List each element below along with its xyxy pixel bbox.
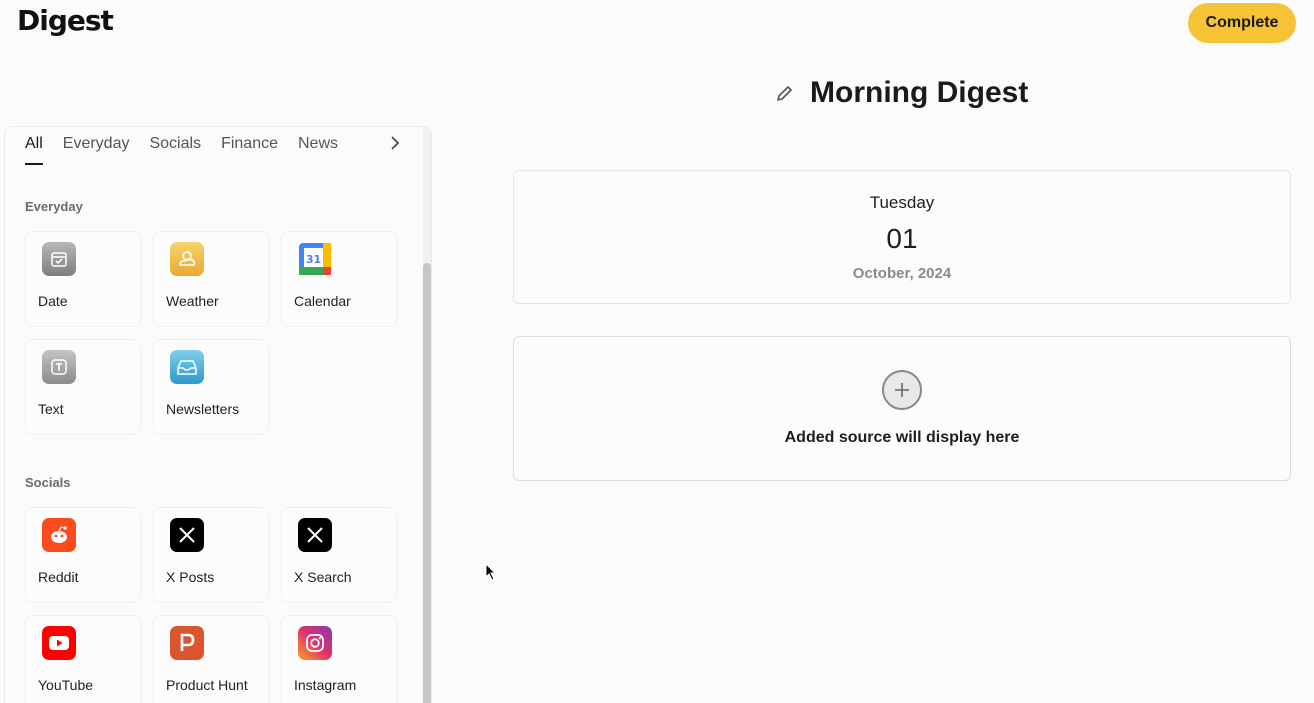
category-tabs: All Everyday Socials Finance News bbox=[25, 135, 338, 165]
sun-cloud-icon bbox=[170, 242, 204, 276]
date-month-year: October, 2024 bbox=[852, 265, 952, 282]
tab-socials[interactable]: Socials bbox=[149, 135, 201, 165]
source-card-date[interactable]: Date bbox=[25, 231, 141, 327]
source-card-label: YouTube bbox=[38, 677, 94, 693]
source-card-label: X Posts bbox=[166, 569, 215, 585]
google-calendar-icon: 31 bbox=[298, 242, 332, 276]
tab-news[interactable]: News bbox=[298, 135, 338, 165]
source-placeholder-text: Added source will display here bbox=[784, 429, 1020, 446]
inbox-icon bbox=[170, 350, 204, 384]
tab-finance[interactable]: Finance bbox=[221, 135, 278, 165]
source-card-product-hunt[interactable]: Product Hunt bbox=[153, 615, 269, 703]
source-card-label: Newsletters bbox=[166, 401, 240, 417]
tab-all[interactable]: All bbox=[25, 135, 43, 165]
date-day: Tuesday bbox=[869, 193, 935, 212]
source-card-reddit[interactable]: Reddit bbox=[25, 507, 141, 603]
source-card-label: X Search bbox=[294, 569, 352, 585]
pencil-edit-icon[interactable] bbox=[774, 82, 796, 104]
reddit-icon bbox=[42, 518, 76, 552]
source-card-label: Instagram bbox=[294, 677, 357, 693]
section-label-socials: Socials bbox=[25, 475, 71, 490]
source-card-instagram[interactable]: Instagram bbox=[281, 615, 397, 703]
section-label-everyday: Everyday bbox=[25, 199, 83, 214]
source-card-weather[interactable]: Weather bbox=[153, 231, 269, 327]
source-card-label: Calendar bbox=[294, 293, 351, 309]
added-source-dropzone[interactable]: Added source will display here bbox=[513, 336, 1291, 481]
source-picker-panel: All Everyday Socials Finance News Everyd… bbox=[4, 126, 432, 703]
source-card-text[interactable]: Text bbox=[25, 339, 141, 435]
digest-logo: Digest bbox=[17, 4, 114, 37]
source-card-youtube[interactable]: YouTube bbox=[25, 615, 141, 703]
mouse-cursor-icon bbox=[485, 562, 497, 586]
source-card-label: Date bbox=[38, 293, 68, 309]
source-card-label: Text bbox=[38, 401, 64, 417]
youtube-icon bbox=[42, 626, 76, 660]
product-hunt-icon bbox=[170, 626, 204, 660]
chevron-right-icon[interactable] bbox=[387, 133, 403, 153]
date-preview-card[interactable]: Tuesday 01 October, 2024 bbox=[513, 170, 1291, 304]
calendar-check-icon bbox=[42, 242, 76, 276]
source-card-label: Weather bbox=[166, 293, 219, 309]
x-icon bbox=[170, 518, 204, 552]
source-card-x-search[interactable]: X Search bbox=[281, 507, 397, 603]
svg-text:31: 31 bbox=[306, 253, 321, 266]
digest-title-row: Morning Digest bbox=[774, 76, 1028, 110]
source-card-calendar[interactable]: 31 Calendar bbox=[281, 231, 397, 327]
tab-everyday[interactable]: Everyday bbox=[63, 135, 130, 165]
instagram-icon bbox=[298, 626, 332, 660]
source-card-newsletters[interactable]: Newsletters bbox=[153, 339, 269, 435]
complete-button[interactable]: Complete bbox=[1188, 3, 1296, 43]
source-card-label: Product Hunt bbox=[166, 677, 248, 693]
digest-title[interactable]: Morning Digest bbox=[810, 76, 1028, 110]
plus-icon[interactable] bbox=[882, 370, 922, 410]
source-card-label: Reddit bbox=[38, 569, 79, 585]
source-card-x-posts[interactable]: X Posts bbox=[153, 507, 269, 603]
scrollbar-thumb[interactable] bbox=[423, 263, 431, 703]
date-number: 01 bbox=[886, 223, 918, 254]
text-icon bbox=[42, 350, 76, 384]
x-icon bbox=[298, 518, 332, 552]
